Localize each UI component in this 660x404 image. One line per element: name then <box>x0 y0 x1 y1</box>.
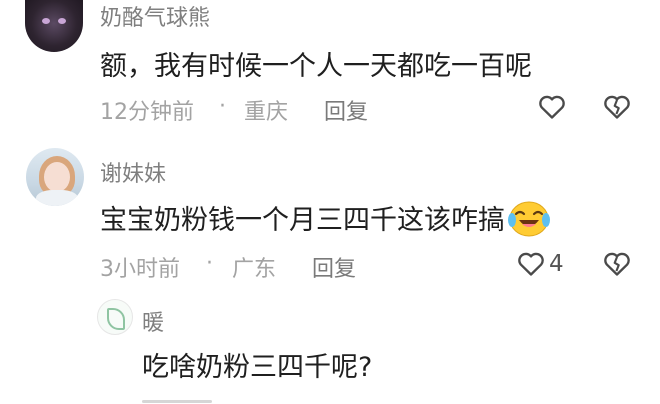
avatar-face <box>44 162 70 192</box>
broken-heart-icon[interactable] <box>603 94 631 120</box>
avatar-leaf <box>107 308 125 330</box>
comment-text: 额，我有时候一个人一天都吃一百呢 <box>100 51 532 82</box>
reply-button[interactable]: 回复 <box>312 251 356 283</box>
comment-text: 宝宝奶粉钱一个月三四千这该咋搞 <box>100 205 505 236</box>
comment-time: 12分钟前 <box>100 100 194 125</box>
avatar-eye <box>42 18 50 24</box>
broken-heart-icon[interactable] <box>603 251 631 277</box>
like-count: 4 <box>549 251 564 277</box>
reply-button[interactable]: 回复 <box>324 94 368 126</box>
avatar[interactable] <box>25 0 83 52</box>
avatar[interactable] <box>97 299 133 335</box>
comment-username[interactable]: 谢妹妹 <box>100 156 166 188</box>
avatar-eye <box>58 18 66 24</box>
meta-separator: · <box>219 94 226 119</box>
reply-text: 吃啥奶粉三四千呢? <box>142 352 373 383</box>
comment-location: 广东 <box>232 257 277 282</box>
comment-username[interactable]: 奶酪气球熊 <box>100 0 210 32</box>
avatar-shirt <box>36 190 78 206</box>
heart-outline-icon[interactable] <box>538 94 566 120</box>
avatar[interactable] <box>26 148 84 206</box>
comment-location: 重庆 <box>244 100 289 125</box>
comment-text-line: 宝宝奶粉钱一个月三四千这该咋搞 <box>100 198 550 241</box>
heart-outline-icon[interactable] <box>517 251 545 277</box>
crying-laughing-emoji-icon <box>508 201 550 236</box>
reply-meta-cutoff <box>142 396 262 404</box>
reply-username[interactable]: 暖 <box>142 305 164 337</box>
meta-separator: · <box>206 251 213 276</box>
comment-time: 3小时前 <box>100 257 180 282</box>
